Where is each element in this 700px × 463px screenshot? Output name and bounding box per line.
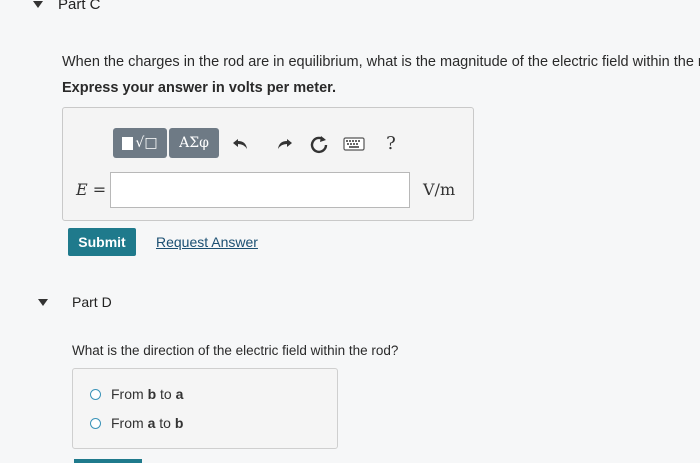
option-row[interactable]: From b to a [90, 386, 183, 402]
part-c-instruction: Express your answer in volts per meter. [62, 80, 337, 96]
keyboard-button[interactable] [342, 136, 366, 152]
radio-button[interactable] [90, 417, 101, 429]
help-icon: ? [386, 132, 396, 154]
reset-button[interactable] [307, 132, 331, 156]
variable-label: E = [76, 180, 107, 199]
request-answer-link[interactable]: Request Answer [156, 234, 258, 250]
option-row[interactable]: From a to b [90, 415, 183, 431]
greek-symbols-label: ΑΣφ [179, 135, 209, 151]
part-c-question: When the charges in the rod are in equil… [62, 54, 700, 70]
part-d-title: Part D [72, 294, 112, 310]
next-submit-button[interactable] [74, 459, 142, 463]
help-button[interactable]: ? [381, 131, 401, 155]
options-box [72, 368, 338, 449]
answer-input[interactable] [110, 172, 410, 208]
undo-button[interactable] [230, 133, 252, 155]
collapse-toggle-part-d[interactable] [38, 299, 48, 306]
reset-icon [310, 136, 328, 154]
template-button[interactable]: √□ [113, 128, 167, 158]
collapse-toggle-part-c[interactable] [33, 1, 43, 8]
redo-button[interactable] [273, 133, 295, 155]
option-label: From b to a [111, 386, 184, 402]
submit-button[interactable]: Submit [68, 228, 136, 256]
part-d-question: What is the direction of the electric fi… [72, 343, 399, 358]
radio-button[interactable] [90, 388, 101, 400]
part-c-title: Part C [58, 0, 101, 13]
template-icon: √□ [122, 135, 158, 151]
keyboard-icon [343, 137, 365, 151]
option-label: From a to b [111, 415, 184, 431]
unit-label: V/m [423, 180, 456, 199]
redo-icon [278, 139, 292, 149]
greek-symbols-button[interactable]: ΑΣφ [169, 128, 219, 158]
undo-icon [233, 139, 247, 149]
